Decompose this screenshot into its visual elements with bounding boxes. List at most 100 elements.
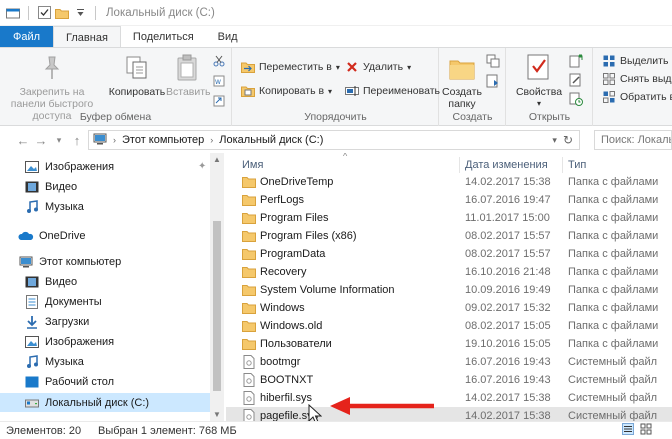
file-type: Системный файл [568, 374, 658, 386]
copy-button[interactable]: Копировать [108, 52, 166, 98]
file-row[interactable]: bootmgr 16.07.2016 19:43 Системный файл [226, 353, 672, 371]
dropdown-chevron-icon[interactable]: ▾ [552, 135, 557, 146]
scroll-down-icon[interactable]: ▼ [210, 410, 224, 419]
file-row[interactable]: Program Files 11.01.2017 15:00 Папка с фай… [226, 209, 672, 227]
svg-text:W: W [215, 79, 221, 86]
nav-item-documents[interactable]: Документы [0, 292, 210, 311]
nav-item-this-pc[interactable]: Этот компьютер [0, 252, 210, 271]
paste-button[interactable]: Вставить [166, 52, 211, 98]
select-all-button[interactable]: Выделить вс [602, 54, 672, 68]
address-field[interactable]: › Этот компьютер › Локальный диск (C:) ▾… [88, 130, 580, 150]
invert-selection-button[interactable]: Обратить вы [602, 90, 672, 104]
copy-path-icon[interactable]: W [212, 74, 226, 88]
nav-scroll-thumb[interactable] [213, 221, 221, 391]
rename-button[interactable]: Переименовать [345, 84, 440, 98]
nav-item-pc-music[interactable]: Музыка [0, 352, 210, 371]
file-row[interactable]: BOOTNXT 16.07.2016 19:43 Системный файл [226, 371, 672, 389]
file-row[interactable]: hiberfil.sys 14.02.2017 15:38 Системный фа… [226, 389, 672, 407]
tab-home[interactable]: Главная [53, 26, 121, 49]
file-row[interactable]: Пользователи 19.10.2016 15:05 Папка с файл… [226, 335, 672, 353]
history-icon[interactable] [569, 92, 583, 106]
nav-item-local-disk[interactable]: Локальный диск (C:) [0, 393, 210, 412]
file-type: Папка с файлами [568, 176, 659, 188]
new-folder-icon [446, 52, 478, 84]
properties-button[interactable]: Свойства ▾ [515, 52, 563, 110]
folder-icon [242, 211, 256, 225]
delete-button[interactable]: Удалить ▾ [345, 60, 411, 74]
properties-icon [523, 52, 555, 84]
nav-item-label: Документы [45, 295, 102, 308]
file-row[interactable]: pagefile.sys 14.02.2017 15:38 Системный фа… [226, 407, 672, 421]
file-name: Windows.old [260, 320, 323, 332]
clipboard-group-label: Буфер обмена [79, 111, 152, 123]
open-small-actions [569, 54, 583, 106]
file-date: 11.01.2017 15:00 [465, 212, 550, 224]
new-item-icon[interactable] [486, 54, 500, 68]
copy-to-icon [241, 84, 255, 98]
title-bar: Локальный диск (C:) [0, 0, 672, 26]
nav-item-videos[interactable]: Видео [0, 177, 210, 196]
open-icon[interactable] [569, 54, 583, 68]
file-name: System Volume Information [260, 284, 395, 296]
tab-share[interactable]: Поделиться [121, 26, 206, 48]
nav-item-music[interactable]: Музыка [0, 197, 210, 216]
move-to-button[interactable]: Переместить в ▾ [241, 60, 340, 74]
ribbon-tabs: Файл Главная Поделиться Вид [0, 26, 672, 49]
details-view-icon[interactable] [622, 423, 634, 438]
edit-icon[interactable] [569, 73, 583, 87]
organize-group-label: Упорядочить [304, 111, 367, 123]
folder-icon [242, 247, 256, 261]
breadcrumb-local-disk[interactable]: Локальный диск (C:) [219, 134, 323, 146]
file-row[interactable]: OneDriveTemp 14.02.2017 15:38 Папка с файл… [226, 173, 672, 191]
file-type: Папка с файлами [568, 194, 659, 206]
breadcrumb-chevron-icon[interactable]: › [210, 135, 213, 145]
up-arrow-icon[interactable]: ↑ [68, 131, 86, 149]
nav-item-pc-pictures[interactable]: Изображения [0, 332, 210, 351]
file-name: Program Files [260, 212, 329, 224]
explorer-app-icon[interactable] [6, 6, 20, 20]
file-name: BOOTNXT [260, 374, 314, 386]
new-folder-button[interactable]: Создать папку [442, 52, 482, 110]
breadcrumb-chevron-icon[interactable]: › [113, 135, 116, 145]
file-row[interactable]: Program Files (x86) 08.02.2017 15:57 Папка… [226, 227, 672, 245]
scroll-up-icon[interactable]: ▲ [210, 155, 224, 164]
properties-check-icon[interactable] [37, 6, 51, 20]
clipboard-small-actions: W [212, 54, 226, 108]
deselect-label: Снять выде [620, 73, 672, 85]
file-row[interactable]: System Volume Information 10.09.2016 19:4… [226, 281, 672, 299]
easy-access-icon[interactable] [486, 74, 500, 88]
nav-scrollbar[interactable]: ▲ ▼ [210, 153, 224, 421]
file-row[interactable]: PerfLogs 16.07.2016 19:47 Папка с файлами [226, 191, 672, 209]
new-folder-qat-icon[interactable] [55, 6, 69, 20]
nav-item-pc-videos[interactable]: Видео [0, 272, 210, 291]
paste-label: Вставить [166, 86, 211, 98]
back-arrow-icon[interactable]: ← [14, 131, 32, 149]
folder-icon [242, 337, 256, 351]
nav-item-desktop[interactable]: Рабочий стол [0, 372, 210, 391]
paste-shortcut-icon[interactable] [212, 94, 226, 108]
search-input[interactable]: Поиск: Локаль [594, 130, 672, 150]
file-row[interactable]: ProgramData 08.02.2017 15:57 Папка с файла… [226, 245, 672, 263]
recent-locations-chevron-icon[interactable]: ▾ [50, 131, 68, 149]
breadcrumb-this-pc[interactable]: Этот компьютер [122, 134, 204, 146]
cut-icon[interactable] [212, 54, 226, 68]
large-icons-view-icon[interactable] [640, 423, 652, 438]
file-row[interactable]: Recovery 16.10.2016 21:48 Папка с файлами [226, 263, 672, 281]
file-row[interactable]: Windows.old 08.02.2017 15:05 Папка с файла… [226, 317, 672, 335]
folder-icon [242, 175, 256, 189]
customize-qat-icon[interactable] [73, 6, 87, 20]
forward-arrow-icon[interactable]: → [32, 131, 50, 149]
nav-item-pictures[interactable]: Изображения ✦ [0, 157, 210, 176]
chevron-down-icon: ▾ [328, 86, 333, 96]
folder-icon [242, 265, 256, 279]
tab-file[interactable]: Файл [0, 26, 54, 48]
nav-item-downloads[interactable]: Загрузки [0, 312, 210, 331]
refresh-icon[interactable]: ↻ [563, 133, 573, 147]
tab-view[interactable]: Вид [206, 26, 250, 48]
quick-access-toolbar [0, 5, 100, 20]
copy-to-button[interactable]: Копировать в ▾ [241, 84, 332, 98]
deselect-button[interactable]: Снять выде [602, 72, 672, 86]
file-row[interactable]: Windows 09.02.2017 15:32 Папка с файлами [226, 299, 672, 317]
onedrive-cloud-icon [18, 228, 34, 244]
nav-item-onedrive[interactable]: OneDrive [0, 226, 210, 245]
